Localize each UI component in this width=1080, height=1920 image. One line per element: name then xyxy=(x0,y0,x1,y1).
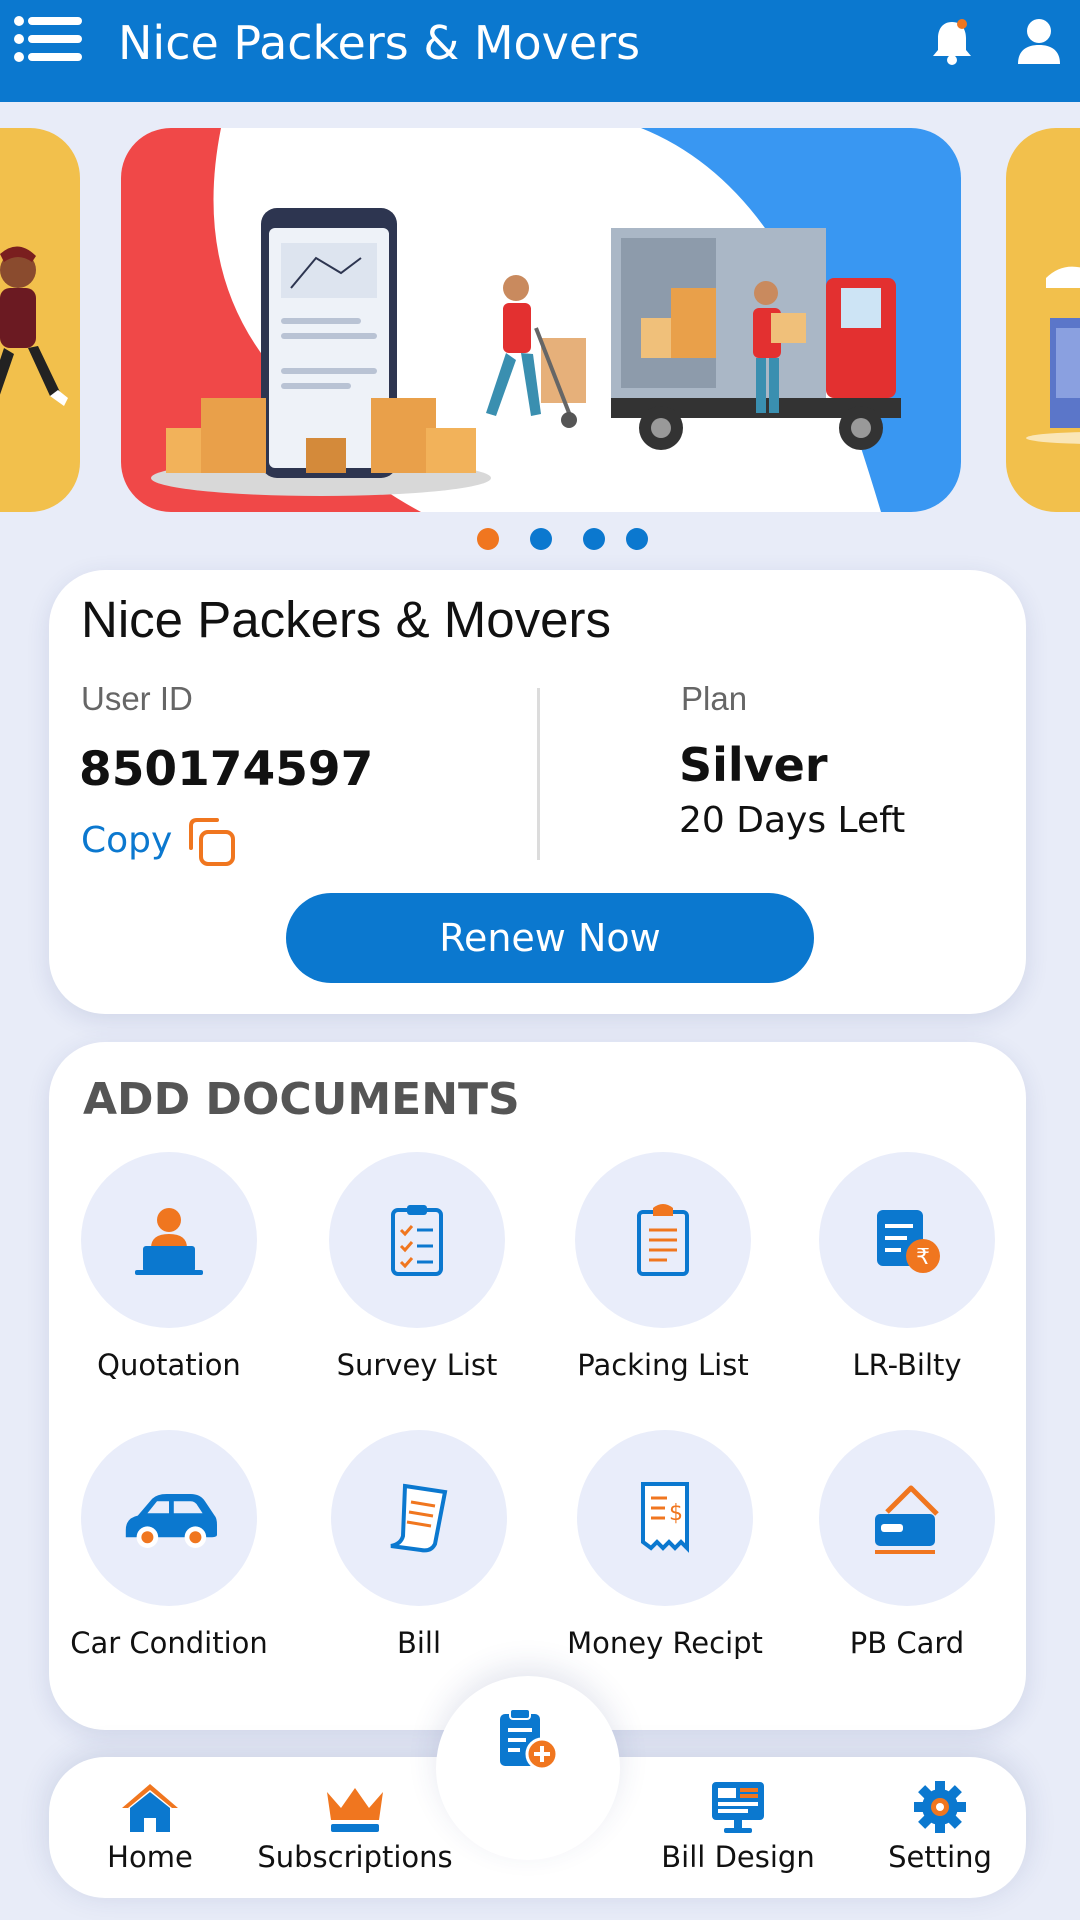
doc-label: LR-Bilty xyxy=(852,1348,962,1382)
app-title: Nice Packers & Movers xyxy=(118,16,641,70)
lr-bilty-icon: ₹ xyxy=(877,1210,940,1273)
carousel-slide-active[interactable] xyxy=(121,128,961,512)
bill-icon xyxy=(390,1483,448,1553)
car-icon xyxy=(125,1494,217,1548)
nav-label: Setting xyxy=(888,1840,992,1874)
doc-survey-list[interactable]: Survey List xyxy=(297,1152,537,1402)
packing-list-icon xyxy=(637,1204,689,1276)
doc-icon-circle xyxy=(81,1430,257,1606)
copy-icon xyxy=(189,818,235,866)
doc-icon-circle: ₹ xyxy=(819,1152,995,1328)
carousel-pagination xyxy=(0,528,1080,552)
money-receipt-icon: $ xyxy=(641,1482,689,1553)
user-id-value: 850174597 xyxy=(79,742,374,797)
doc-quotation[interactable]: Quotation xyxy=(49,1152,289,1402)
add-document-fab[interactable] xyxy=(436,1676,620,1860)
carousel-dot-4[interactable] xyxy=(626,528,648,550)
survey-list-icon xyxy=(391,1205,443,1276)
user-id-label: User ID xyxy=(81,680,193,717)
section-title: ADD DOCUMENTS xyxy=(83,1074,520,1125)
doc-label: Car Condition xyxy=(70,1626,268,1660)
delivery-person-illustration xyxy=(0,246,68,406)
renew-now-button[interactable]: Renew Now xyxy=(286,893,814,983)
company-name: Nice Packers & Movers xyxy=(81,591,611,648)
carousel-dot-1[interactable] xyxy=(477,528,499,550)
doc-icon-circle xyxy=(331,1430,507,1606)
svg-text:₹: ₹ xyxy=(916,1245,930,1270)
nav-label: Subscriptions xyxy=(257,1840,453,1874)
nav-subscriptions[interactable]: Subscriptions xyxy=(252,1780,458,1890)
add-documents-card: ADD DOCUMENTS Quotation Survey List Pack… xyxy=(49,1042,1026,1730)
doc-label: Bill xyxy=(396,1626,442,1660)
doc-label: Packing List xyxy=(577,1348,749,1382)
movers-banner-illustration xyxy=(121,128,961,512)
doc-icon-circle xyxy=(575,1152,751,1328)
doc-icon-circle xyxy=(819,1430,995,1606)
add-document-icon xyxy=(500,1708,559,1771)
days-left: 20 Days Left xyxy=(679,800,906,841)
quotation-icon xyxy=(135,1208,203,1275)
doc-label: Survey List xyxy=(336,1348,498,1382)
truck-illustration xyxy=(1026,266,1080,444)
pb-card-icon xyxy=(875,1485,939,1554)
doc-icon-circle: $ xyxy=(577,1430,753,1606)
svg-text:$: $ xyxy=(669,1501,683,1526)
doc-bill[interactable]: Bill xyxy=(299,1430,539,1680)
carousel-slide-next[interactable] xyxy=(1006,128,1080,512)
card-divider xyxy=(537,688,540,860)
doc-packing-list[interactable]: Packing List xyxy=(543,1152,783,1402)
bell-icon[interactable] xyxy=(930,18,974,66)
doc-lr-bilty[interactable]: ₹ LR-Bilty xyxy=(787,1152,1027,1402)
banner-carousel[interactable] xyxy=(0,128,1080,512)
crown-icon xyxy=(327,1788,383,1832)
plan-value: Silver xyxy=(679,738,828,792)
doc-label: Money Recipt xyxy=(567,1626,763,1660)
doc-pb-card[interactable]: PB Card xyxy=(787,1430,1027,1680)
nav-setting[interactable]: Setting xyxy=(880,1780,1000,1890)
doc-label: PB Card xyxy=(849,1626,965,1660)
nav-home[interactable]: Home xyxy=(100,1780,200,1890)
user-icon[interactable] xyxy=(1016,18,1062,66)
doc-label: Quotation xyxy=(97,1348,241,1382)
monitor-icon xyxy=(712,1782,764,1833)
home-icon xyxy=(122,1784,178,1832)
doc-icon-circle xyxy=(329,1152,505,1328)
gear-icon xyxy=(914,1781,966,1833)
account-card: Nice Packers & Movers User ID 850174597 … xyxy=(49,570,1026,1014)
doc-icon-circle xyxy=(81,1152,257,1328)
carousel-dot-2[interactable] xyxy=(530,528,552,550)
doc-car-condition[interactable]: Car Condition xyxy=(49,1430,289,1680)
copy-label: Copy xyxy=(81,820,173,861)
menu-icon[interactable] xyxy=(14,16,84,62)
nav-label: Home xyxy=(107,1840,193,1874)
carousel-slide-previous[interactable] xyxy=(0,128,80,512)
carousel-dot-3[interactable] xyxy=(583,528,605,550)
doc-money-receipt[interactable]: $ Money Recipt xyxy=(545,1430,785,1680)
nav-bill-design[interactable]: Bill Design xyxy=(658,1780,818,1890)
nav-label: Bill Design xyxy=(661,1840,815,1874)
plan-label: Plan xyxy=(681,680,748,717)
app-header: Nice Packers & Movers xyxy=(0,0,1080,102)
